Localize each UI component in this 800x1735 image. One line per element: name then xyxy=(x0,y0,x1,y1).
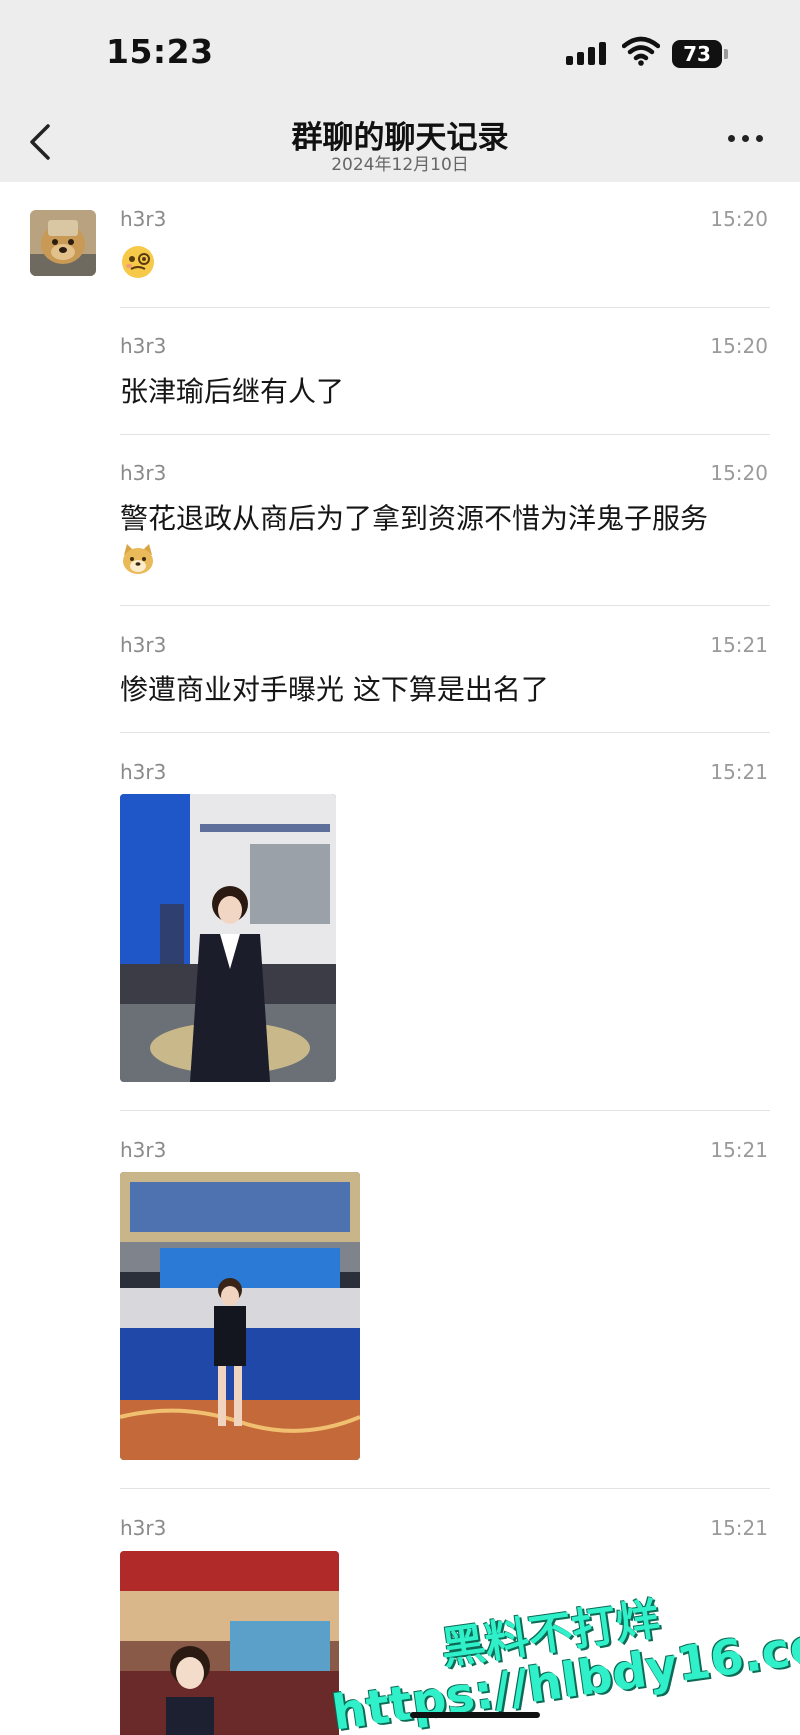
face-with-monocle-emoji-icon xyxy=(122,246,154,278)
chat-image[interactable] xyxy=(120,794,336,1082)
sender-name: h3r3 xyxy=(120,461,167,485)
message-text: 张津瑜后继有人了 xyxy=(120,375,345,408)
sender-name: h3r3 xyxy=(120,1138,167,1162)
chat-image[interactable] xyxy=(120,1172,360,1460)
page-subtitle-date: 2024年12月10日 xyxy=(331,155,469,175)
message-time: 15:21 xyxy=(710,760,768,784)
divider xyxy=(120,1488,770,1489)
message-time: 15:20 xyxy=(710,207,768,231)
message-time: 15:21 xyxy=(710,1516,768,1540)
battery-level: 73 xyxy=(672,40,722,68)
avatar[interactable] xyxy=(30,210,96,276)
message-time: 15:20 xyxy=(710,334,768,358)
home-indicator[interactable] xyxy=(410,1712,540,1718)
message-text: 警花退政从商后为了拿到资源不惜为洋鬼子服务 xyxy=(120,502,709,535)
message-time: 15:21 xyxy=(710,1138,768,1162)
message-time: 15:20 xyxy=(710,461,768,485)
divider xyxy=(120,434,770,435)
more-options-button[interactable] xyxy=(728,135,764,145)
status-time: 15:23 xyxy=(106,32,214,71)
battery-icon: 73 xyxy=(672,40,728,68)
message-text: 惨遭商业对手曝光 这下算是出名了 xyxy=(120,673,549,706)
divider xyxy=(120,732,770,733)
message-time: 15:21 xyxy=(710,633,768,657)
sender-name: h3r3 xyxy=(120,207,167,231)
divider xyxy=(120,307,770,308)
watermark: 黑料不打烊 https://hlbdy16.com xyxy=(320,1590,800,1735)
sender-name: h3r3 xyxy=(120,1516,167,1540)
doge-emoji-icon xyxy=(123,544,153,574)
cellular-signal-icon xyxy=(566,41,608,65)
divider xyxy=(120,1110,770,1111)
sender-name: h3r3 xyxy=(120,334,167,358)
divider xyxy=(120,605,770,606)
sender-name: h3r3 xyxy=(120,760,167,784)
sender-name: h3r3 xyxy=(120,633,167,657)
chat-image[interactable] xyxy=(120,1551,339,1735)
wifi-icon xyxy=(622,36,660,66)
top-bar: 15:23 73 群聊的聊天记录 2024年12月10日 xyxy=(0,0,800,182)
